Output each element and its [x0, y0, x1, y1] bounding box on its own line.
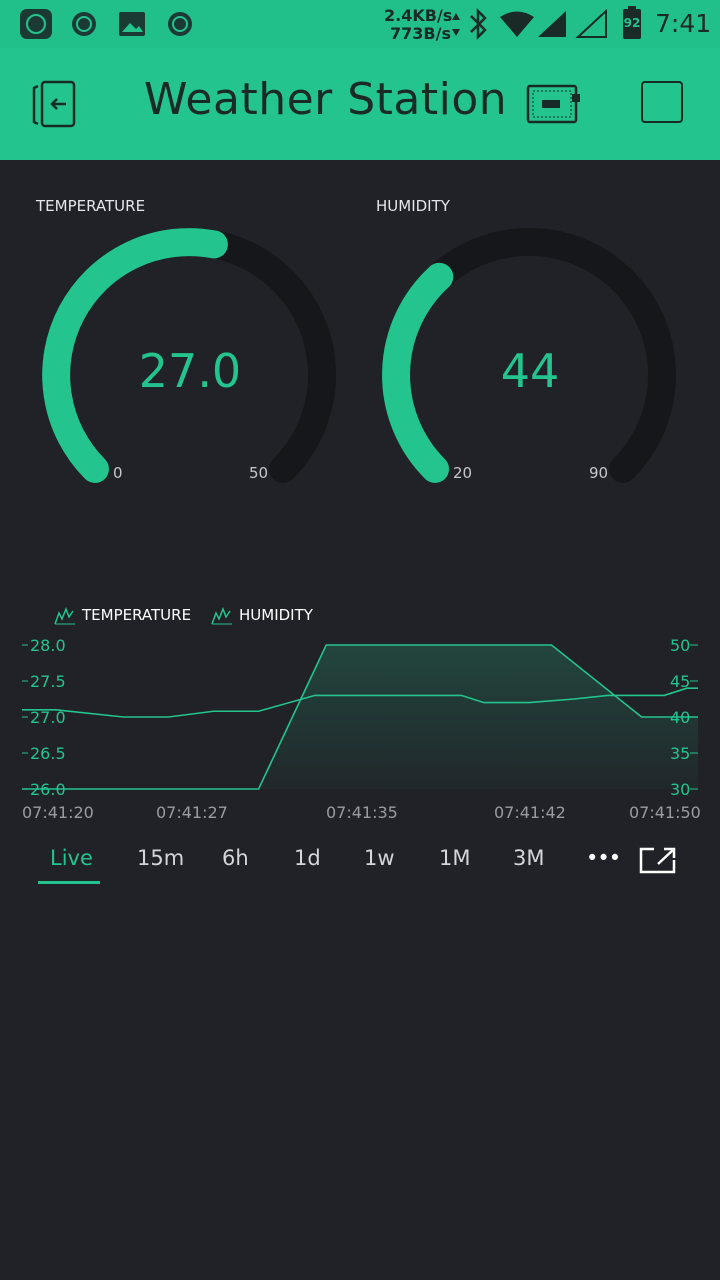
- lime-app-icon: [72, 12, 96, 36]
- x-tick-label: 07:41:50: [629, 803, 701, 822]
- bluetooth-icon: [470, 7, 487, 41]
- wifi-icon: [500, 11, 534, 37]
- humidity-max: 90: [589, 464, 609, 482]
- range-tab-live[interactable]: Live: [50, 846, 93, 870]
- active-tab-underline: [38, 881, 100, 884]
- signal-icon: [538, 11, 566, 37]
- mi-app-icon: [20, 9, 52, 39]
- humidity-value: 44: [500, 344, 560, 398]
- battery-level: 92: [623, 16, 641, 30]
- x-tick-label: 07:41:42: [494, 803, 566, 822]
- legend-temperature: TEMPERATURE: [82, 606, 192, 624]
- app-bar: Weather Station: [0, 48, 720, 160]
- range-tab-3m[interactable]: 3M: [513, 846, 544, 870]
- y-left-tick-label: 26.5: [30, 744, 66, 763]
- y-right-tick-label: 45: [670, 672, 690, 691]
- device-board-icon: [526, 84, 580, 124]
- temperature-min: 0: [113, 464, 123, 482]
- y-right-tick-label: 50: [670, 636, 690, 655]
- exit-icon: [32, 80, 76, 128]
- range-tab-1d[interactable]: 1d: [294, 846, 321, 870]
- upload-speed: 2.4KB/s: [384, 6, 453, 25]
- x-tick-label: 07:41:20: [22, 803, 94, 822]
- app-title: Weather Station: [144, 74, 508, 125]
- y-left-tick-label: 28.0: [30, 636, 66, 655]
- square-menu-button[interactable]: [641, 81, 683, 123]
- temperature-max: 50: [249, 464, 269, 482]
- clock: 7:41: [655, 9, 712, 38]
- y-right-tick-label: 30: [670, 780, 690, 799]
- history-chart[interactable]: 28.0 27.5 27.0 26.5 26.0 50 45 40 35 30 07:41:20 07…: [0, 630, 720, 830]
- x-tick-label: 07:41:27: [156, 803, 228, 822]
- status-bar: 2.4KB/s 773B/s 92 7:41: [0, 0, 720, 48]
- range-tab-1w[interactable]: 1w: [364, 846, 395, 870]
- gallery-icon: [119, 12, 145, 36]
- y-right-tick-label: 40: [670, 708, 690, 727]
- fullscreen-button[interactable]: [638, 846, 678, 876]
- open-external-icon: [639, 847, 676, 874]
- y-left-tick-label: 27.5: [30, 672, 66, 691]
- y-left-tick-label: 26.0: [30, 780, 66, 799]
- range-tab-6h[interactable]: 6h: [222, 846, 249, 870]
- device-button[interactable]: [524, 82, 584, 126]
- exit-button[interactable]: [26, 76, 86, 132]
- legend-humidity: HUMIDITY: [239, 606, 313, 624]
- chart-legend-icon: [211, 607, 232, 625]
- chart-legend-icon: [54, 607, 75, 625]
- lime-app-icon-2: [168, 12, 192, 36]
- y-left-tick-label: 27.0: [30, 708, 66, 727]
- download-speed: 773B/s: [390, 24, 451, 43]
- range-tab-1m[interactable]: 1M: [439, 846, 470, 870]
- x-tick-label: 07:41:35: [326, 803, 398, 822]
- signal-icon-2: [575, 8, 607, 38]
- y-right-tick-label: 35: [670, 744, 690, 763]
- humidity-min: 20: [453, 464, 473, 482]
- status-icons: [20, 6, 641, 41]
- temperature-value: 27.0: [138, 344, 242, 398]
- range-tab-15m[interactable]: 15m: [137, 846, 184, 870]
- more-options-button[interactable]: •••: [586, 846, 621, 870]
